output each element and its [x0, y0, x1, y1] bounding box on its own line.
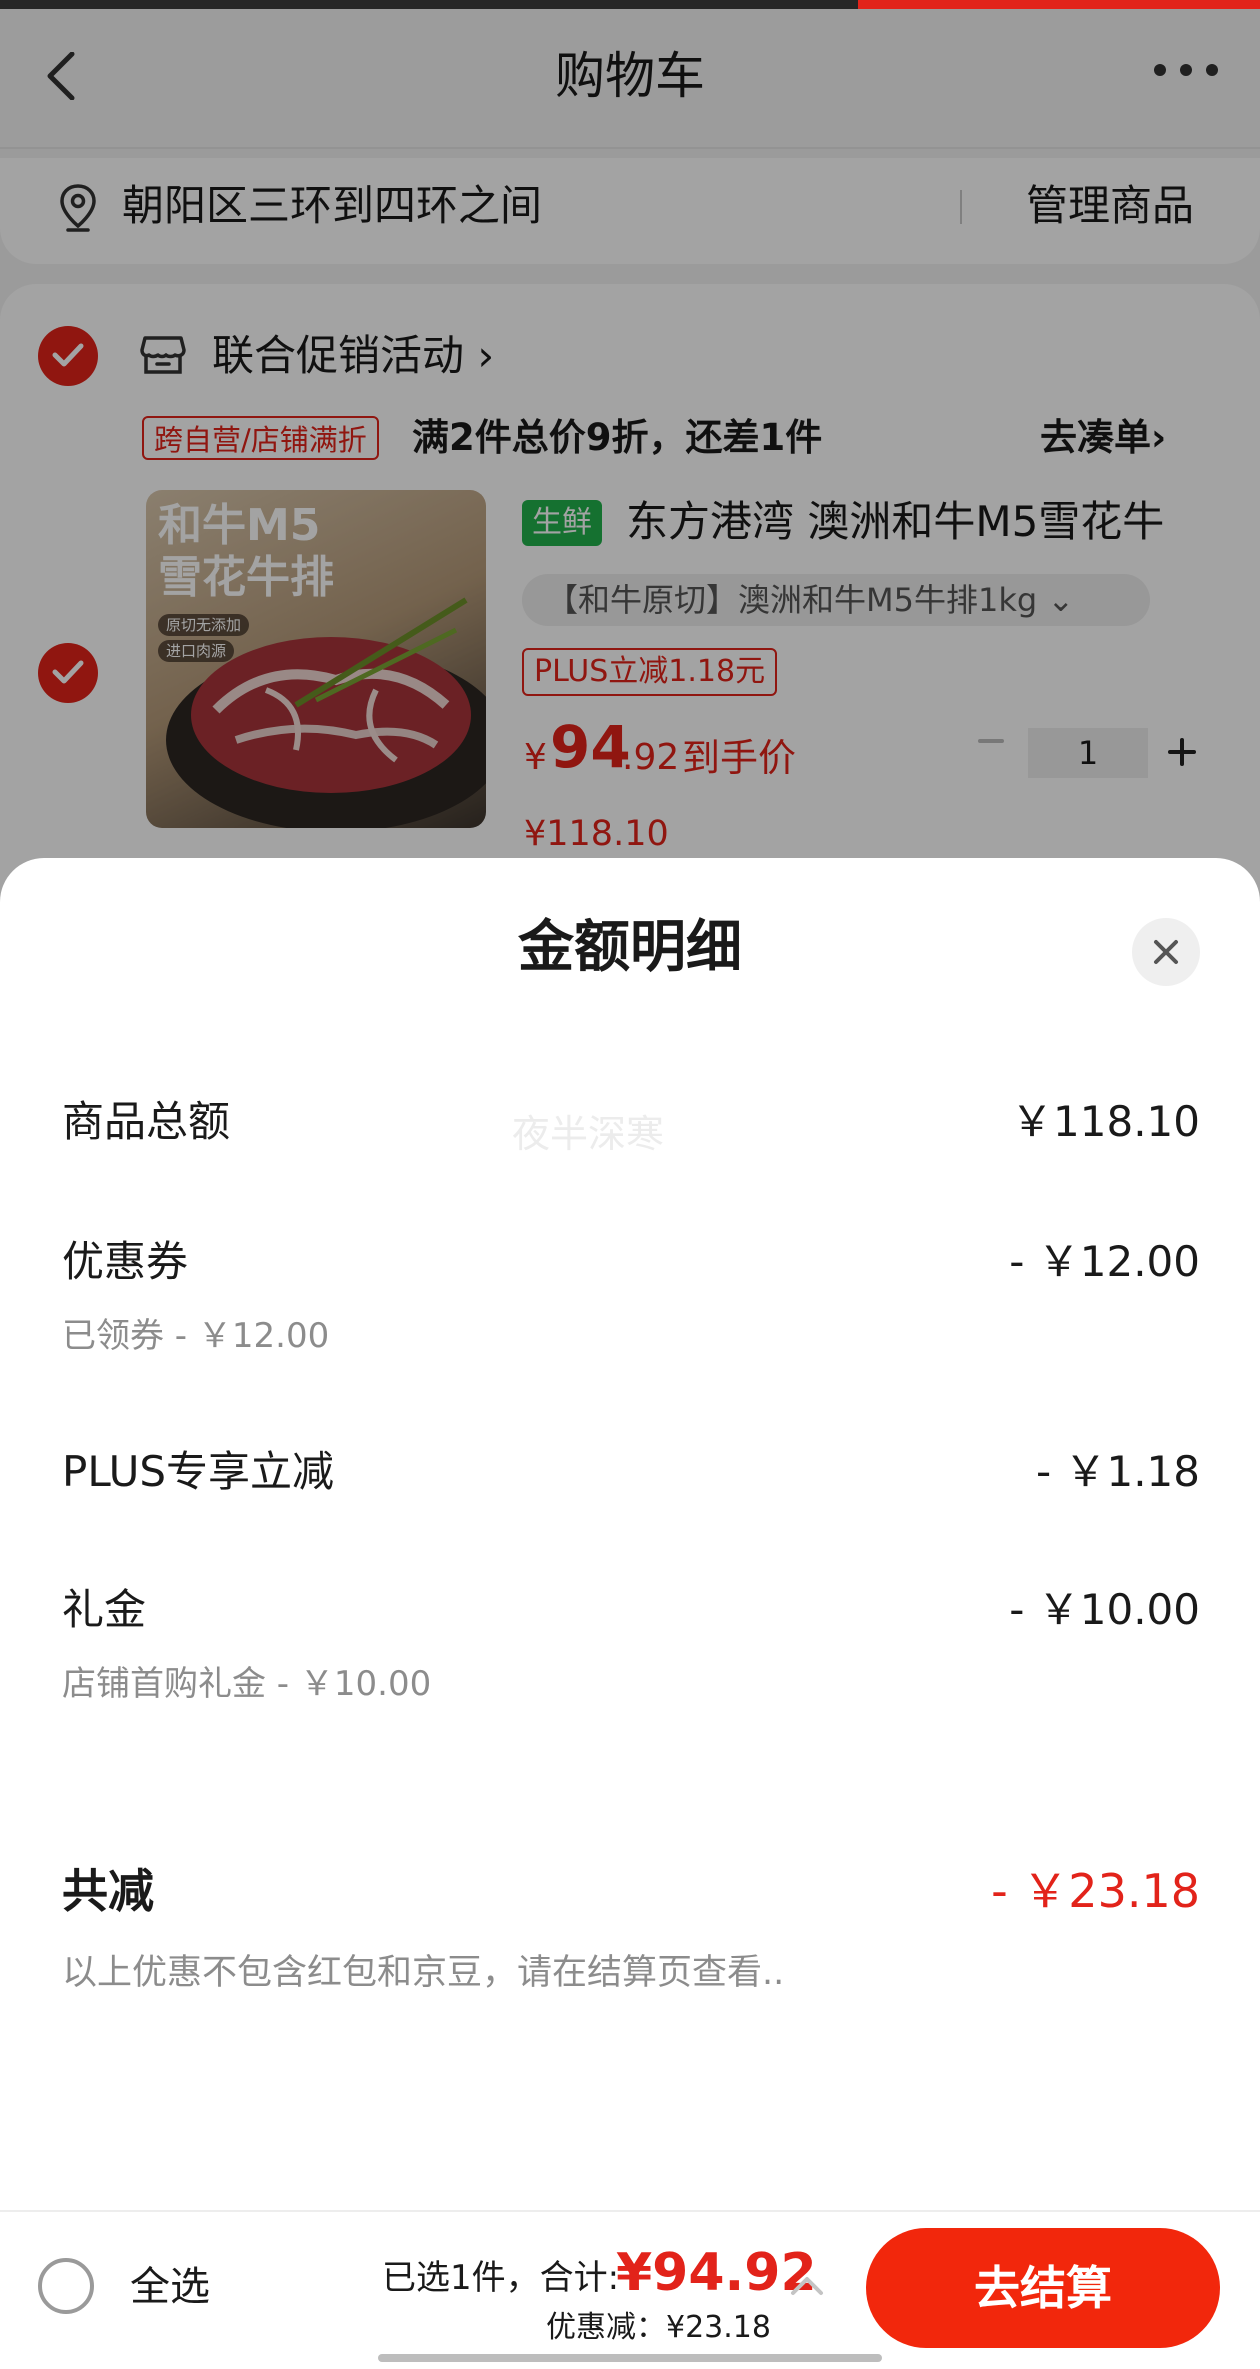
selected-summary: 已选1件，合计:: [382, 2258, 620, 2298]
home-indicator: [378, 2354, 882, 2362]
close-icon: [1154, 940, 1178, 964]
chevron-up-icon[interactable]: [790, 2274, 824, 2296]
row-amount-gift: - ￥10.00: [1009, 1585, 1200, 1634]
select-all-label[interactable]: 全选: [130, 2260, 210, 2314]
total-discount-note: 以上优惠不包含红包和京豆，请在结算页查看..: [62, 1953, 785, 1993]
watermark: 夜半深寒: [512, 1112, 665, 1156]
sheet-title: 金额明细: [518, 915, 742, 980]
row-amount-plus: - ￥1.18: [1035, 1447, 1200, 1496]
total-discount-amount: - ￥23.18: [991, 1864, 1200, 1918]
row-label-coupon: 优惠券: [62, 1237, 189, 1286]
row-amount-goods-total: ￥118.10: [1011, 1097, 1200, 1146]
total-price: ¥94.92: [616, 2243, 817, 2303]
row-sub-gift: 店铺首购礼金 - ￥10.00: [62, 1664, 432, 1704]
discount-summary[interactable]: 优惠减：¥23.18: [546, 2306, 771, 2350]
row-label-goods-total: 商品总额: [62, 1097, 231, 1146]
row-label-gift: 礼金: [62, 1585, 147, 1634]
row-amount-coupon: - ￥12.00: [1009, 1237, 1200, 1286]
select-all-checkbox[interactable]: [38, 2258, 94, 2314]
total-discount-label: 共减: [62, 1864, 154, 1918]
row-label-plus: PLUS专享立减: [62, 1447, 335, 1496]
checkout-button[interactable]: 去结算: [866, 2228, 1220, 2348]
close-button[interactable]: [1132, 918, 1200, 986]
top-progress-strip-accent: [858, 0, 1260, 9]
row-sub-coupon: 已领券 - ￥12.00: [62, 1316, 330, 1356]
